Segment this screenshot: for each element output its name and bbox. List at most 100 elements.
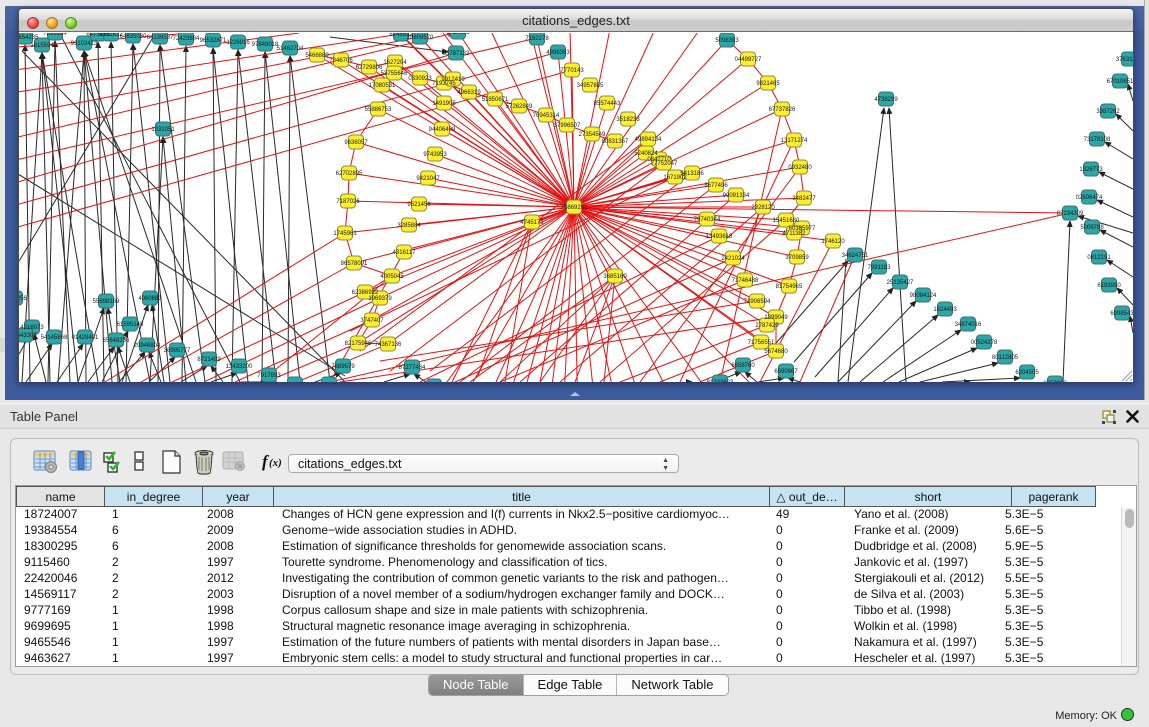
- svg-text:3747407: 3747407: [360, 318, 384, 324]
- svg-text:37631165: 37631165: [1116, 57, 1133, 63]
- svg-text:74367136: 74367136: [375, 342, 402, 348]
- svg-text:6204505: 6204505: [1015, 370, 1039, 376]
- svg-text:25135427: 25135427: [887, 280, 914, 286]
- svg-text:85574443: 85574443: [594, 101, 621, 107]
- svg-text:51462704: 51462704: [277, 46, 304, 52]
- svg-text:5009788: 5009788: [1080, 225, 1104, 231]
- svg-text:0932480: 0932480: [788, 165, 812, 171]
- svg-text:1615594: 1615594: [30, 43, 54, 49]
- svg-text:7182278: 7182278: [525, 36, 549, 42]
- svg-text:9521456: 9521456: [407, 202, 431, 208]
- svg-text:0812191: 0812191: [1087, 255, 1111, 261]
- svg-text:00524278: 00524278: [971, 340, 998, 346]
- svg-text:13171274: 13171274: [781, 138, 808, 144]
- svg-text:72423884: 72423884: [173, 36, 200, 42]
- svg-text:81223623: 81223623: [707, 380, 734, 382]
- svg-text:4060883: 4060883: [138, 296, 162, 302]
- svg-text:1031051: 1031051: [151, 127, 175, 133]
- svg-text:3709859: 3709859: [785, 255, 809, 261]
- svg-text:4316117: 4316117: [393, 250, 417, 256]
- svg-text:7991183: 7991183: [868, 265, 892, 271]
- svg-text:8721489: 8721489: [197, 357, 221, 363]
- svg-text:3685160: 3685160: [603, 274, 627, 280]
- svg-text:2421024: 2421024: [721, 256, 745, 262]
- svg-text:80831367: 80831367: [602, 139, 629, 145]
- svg-text:5098393: 5098393: [715, 38, 739, 44]
- svg-text:4745171: 4745171: [520, 220, 544, 226]
- svg-text:82175946: 82175946: [345, 341, 372, 347]
- svg-text:55886753: 55886753: [365, 107, 392, 113]
- svg-text:5674680: 5674680: [764, 349, 788, 355]
- svg-text:49894134: 49894134: [635, 137, 662, 143]
- svg-text:3158692: 3158692: [1043, 381, 1067, 382]
- svg-text:1824493: 1824493: [933, 307, 957, 313]
- svg-text:37996507: 37996507: [554, 123, 581, 129]
- svg-text:4711382: 4711382: [783, 231, 807, 237]
- svg-text:86578091: 86578091: [341, 261, 368, 267]
- svg-text:5430391: 5430391: [446, 33, 470, 36]
- svg-text:7816184: 7816184: [43, 33, 67, 37]
- svg-text:0330923: 0330923: [408, 76, 432, 82]
- svg-text:65787133: 65787133: [443, 51, 470, 57]
- svg-text:9743953: 9743953: [423, 152, 447, 158]
- svg-text:7917693: 7917693: [257, 373, 281, 379]
- svg-text:2787429: 2787429: [755, 323, 779, 329]
- svg-text:93103413: 93103413: [71, 41, 98, 47]
- svg-text:1226916: 1226916: [226, 40, 250, 46]
- svg-text:6690967: 6690967: [774, 369, 798, 375]
- svg-text:81754965: 81754965: [776, 284, 803, 290]
- svg-text:73178108: 73178108: [1084, 137, 1111, 143]
- svg-text:94406409: 94406409: [429, 127, 456, 133]
- svg-text:1326773: 1326773: [1079, 167, 1103, 173]
- svg-text:1746120: 1746120: [821, 239, 845, 245]
- svg-text:9821465: 9821465: [756, 81, 780, 87]
- svg-text:4005045: 4005045: [380, 274, 404, 280]
- svg-text:62702895: 62702895: [336, 171, 363, 177]
- svg-text:(x): (x): [269, 457, 282, 469]
- svg-text:80112805: 80112805: [992, 355, 1019, 361]
- svg-text:76945314: 76945314: [533, 113, 560, 119]
- svg-text:53755646: 53755646: [381, 71, 408, 77]
- svg-text:2260256: 2260256: [19, 296, 27, 302]
- svg-text:77752047: 77752047: [651, 161, 678, 167]
- svg-text:61595148: 61595148: [117, 322, 144, 328]
- svg-text:51850671: 51850671: [482, 97, 509, 103]
- svg-text:13433200: 13433200: [226, 364, 253, 370]
- svg-text:6998543: 6998543: [1110, 311, 1133, 317]
- svg-text:1969379: 1969379: [368, 296, 392, 302]
- svg-text:65648236: 65648236: [103, 338, 130, 344]
- svg-text:9636057: 9636057: [344, 140, 368, 146]
- svg-text:99091334: 99091334: [723, 193, 750, 199]
- svg-text:54145868: 54145868: [41, 335, 68, 341]
- svg-text:29946804: 29946804: [134, 343, 161, 349]
- svg-text:5466889: 5466889: [305, 53, 329, 59]
- svg-text:57262849: 57262849: [506, 104, 533, 110]
- svg-text:1745961: 1745961: [333, 231, 357, 237]
- svg-text:02654235: 02654235: [19, 35, 39, 41]
- svg-text:96532871: 96532871: [200, 38, 227, 44]
- svg-text:7770143: 7770143: [560, 68, 584, 74]
- svg-text:64835030: 64835030: [120, 34, 147, 40]
- svg-text:97848018: 97848018: [252, 42, 279, 48]
- svg-text:67010651: 67010651: [1107, 79, 1133, 85]
- svg-text:13493618: 13493618: [706, 234, 733, 240]
- svg-text:04499727: 04499727: [735, 57, 762, 63]
- svg-text:8677496: 8677496: [704, 183, 728, 189]
- svg-text:7543303: 7543303: [19, 333, 37, 339]
- svg-text:3482477: 3482477: [792, 196, 816, 202]
- svg-text:98084124: 98084124: [910, 293, 937, 299]
- svg-text:62729806: 62729806: [356, 65, 383, 71]
- svg-text:9421047: 9421047: [416, 176, 440, 182]
- svg-text:87234309: 87234309: [1057, 211, 1084, 217]
- svg-text:36995777: 36995777: [164, 348, 191, 354]
- svg-text:15451680: 15451680: [773, 218, 800, 224]
- svg-text:7346706: 7346706: [329, 58, 353, 64]
- svg-text:3518233: 3518233: [616, 117, 640, 123]
- svg-text:87277434: 87277434: [399, 365, 426, 371]
- svg-text:34624751: 34624751: [842, 253, 869, 259]
- svg-text:27354549: 27354549: [579, 132, 606, 138]
- svg-text:6193990: 6193990: [1097, 283, 1121, 289]
- svg-text:67737826: 67737826: [769, 107, 796, 113]
- svg-text:4738299: 4738299: [874, 97, 898, 103]
- svg-text:64139537: 64139537: [147, 35, 174, 41]
